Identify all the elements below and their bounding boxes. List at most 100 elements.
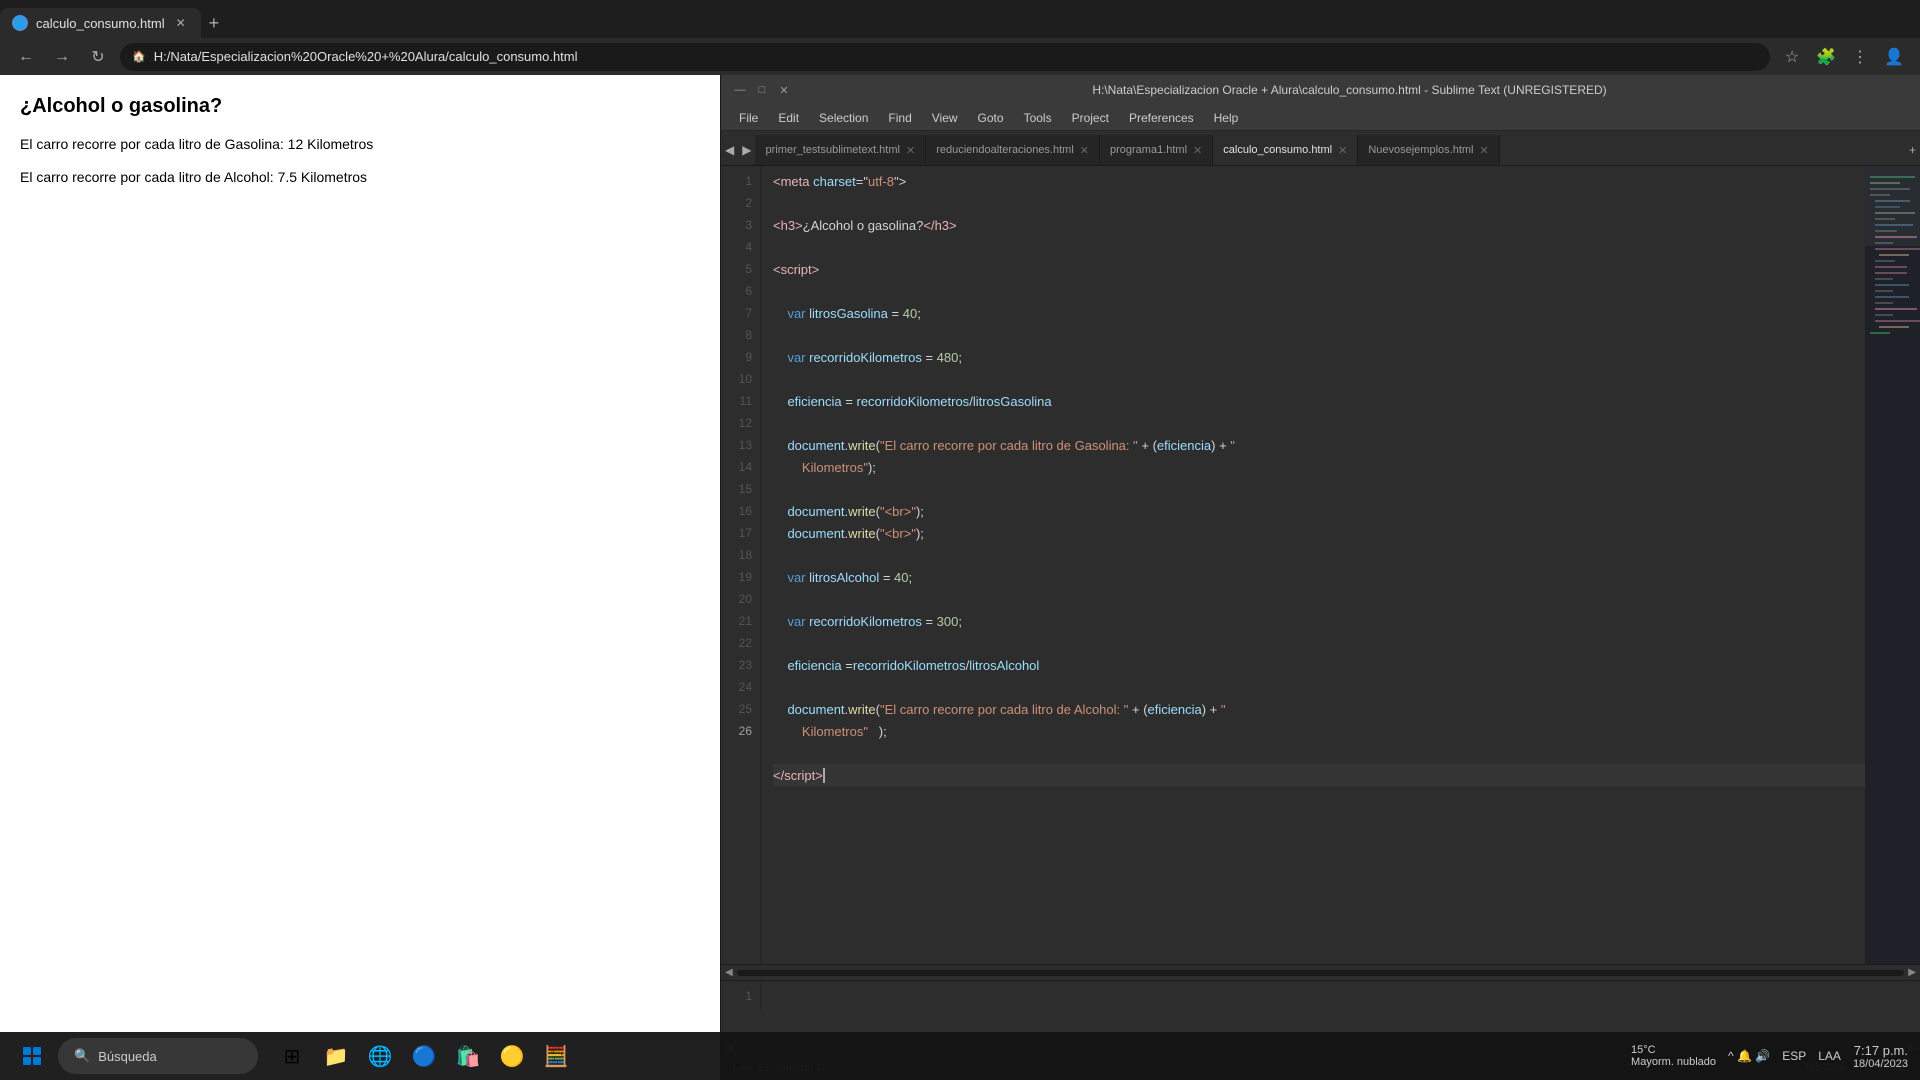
calculator-button[interactable]: 🧮 (536, 1036, 576, 1076)
extensions-icon[interactable]: 🧩 (1812, 43, 1840, 71)
code-line-20 (773, 588, 1865, 610)
new-tab-button[interactable]: + (201, 9, 228, 38)
ln-16: 16 (721, 500, 760, 522)
editor-tab-5[interactable]: Nuevosejemplos.html ✕ (1358, 135, 1499, 165)
ln-2: 2 (721, 192, 760, 214)
alcohol-line: El carro recorre por cada litro de Alcoh… (20, 167, 700, 188)
editor-tab-1[interactable]: primer_testsublimetext.html ✕ (755, 135, 926, 165)
edge-icon: 🌐 (368, 1044, 393, 1069)
menu-tools[interactable]: Tools (1014, 105, 1062, 130)
menu-goto[interactable]: Goto (968, 105, 1014, 130)
chrome-button[interactable]: 🔵 (404, 1036, 444, 1076)
ln-18: 18 (721, 544, 760, 566)
editor-tab-1-close[interactable]: ✕ (906, 144, 915, 157)
start-button[interactable] (12, 1036, 52, 1076)
editor-tab-3-label: programa1.html (1110, 144, 1187, 156)
editor-tab-3[interactable]: programa1.html ✕ (1100, 135, 1213, 165)
tab-close-button[interactable]: ✕ (173, 15, 189, 31)
weather-widget: 15°C Mayorm. nublado (1631, 1044, 1716, 1068)
editor-tab-4[interactable]: calculo_consumo.html ✕ (1213, 135, 1358, 165)
code-line-27 (773, 742, 1865, 764)
code-line-23: eficiencia =recorridoKilometros/litrosAl… (773, 654, 1865, 676)
close-button[interactable]: ✕ (777, 83, 791, 97)
taskbar-search[interactable]: 🔍 Búsqueda (58, 1038, 258, 1074)
code-line-10 (773, 368, 1865, 390)
bookmark-icon[interactable]: ☆ (1778, 43, 1806, 71)
system-tray-icons[interactable]: ^ 🔔 🔊 (1728, 1049, 1770, 1063)
weather-desc: Mayorm. nublado (1631, 1056, 1716, 1068)
minimap-viewport[interactable] (1865, 166, 1920, 246)
maximize-button[interactable]: □ (755, 83, 769, 97)
scroll-right-arrow[interactable]: ▶ (1908, 967, 1916, 978)
code-line-19: var litrosAlcohol = 40; (773, 566, 1865, 588)
code-line-4 (773, 236, 1865, 258)
system-tray: ^ 🔔 🔊 (1728, 1049, 1770, 1063)
ln-24: 24 (721, 676, 760, 698)
tab-title: calculo_consumo.html (36, 16, 165, 31)
forward-button[interactable]: → (48, 43, 76, 71)
code-line-8 (773, 324, 1865, 346)
file-explorer-button[interactable]: 📁 (316, 1036, 356, 1076)
menu-edit[interactable]: Edit (768, 105, 809, 130)
menu-help[interactable]: Help (1204, 105, 1249, 130)
store-button[interactable]: 🛍️ (448, 1036, 488, 1076)
refresh-button[interactable]: ↻ (84, 43, 112, 71)
horizontal-scrollbar[interactable]: ◀ ▶ (721, 964, 1920, 980)
task-view-button[interactable]: ⊞ (272, 1036, 312, 1076)
tab-add-button[interactable]: + (1905, 135, 1920, 165)
menu-file[interactable]: File (729, 105, 768, 130)
browser-navbar: ← → ↻ 🏠 H:/Nata/Especializacion%20Oracle… (0, 38, 1920, 75)
browser-nav-right: ☆ 🧩 ⋮ 👤 (1778, 43, 1908, 71)
page-heading: ¿Alcohol o gasolina? (20, 95, 700, 118)
back-button[interactable]: ← (12, 43, 40, 71)
browser-tab-bar: 🌐 calculo_consumo.html ✕ + (0, 0, 1920, 38)
address-bar[interactable]: 🏠 H:/Nata/Especializacion%20Oracle%20+%2… (120, 43, 1770, 71)
browser-content: ¿Alcohol o gasolina? El carro recorre po… (0, 75, 720, 1080)
menu-selection[interactable]: Selection (809, 105, 878, 130)
editor-tab-3-close[interactable]: ✕ (1193, 144, 1202, 157)
menu-project[interactable]: Project (1062, 105, 1119, 130)
tab-scroll-left[interactable]: ◀ (721, 135, 738, 165)
code-line-25: document.write("El carro recorre por cad… (773, 698, 1865, 720)
win-logo-sq-3 (23, 1057, 31, 1065)
ln-12: 12 (721, 412, 760, 434)
search-placeholder: Búsqueda (98, 1049, 157, 1064)
menu-preferences[interactable]: Preferences (1119, 105, 1204, 130)
console-content[interactable] (761, 981, 1920, 1011)
browser-tab[interactable]: 🌐 calculo_consumo.html ✕ (0, 8, 201, 38)
console-ln-1: 1 (721, 985, 760, 1007)
layout-label: LAA (1818, 1049, 1841, 1063)
code-content[interactable]: <meta charset="utf-8"> <h3>¿Alcohol o ga… (761, 166, 1865, 964)
taskbar-right: 15°C Mayorm. nublado ^ 🔔 🔊 ESP LAA 7:17 … (1631, 1043, 1908, 1070)
clock[interactable]: 7:17 p.m. 18/04/2023 (1853, 1043, 1908, 1070)
code-line-15 (773, 478, 1865, 500)
ln-14: 14 (721, 456, 760, 478)
sublime-menubar: File Edit Selection Find View Goto Tools… (721, 105, 1920, 131)
editor-tab-4-close[interactable]: ✕ (1338, 144, 1347, 157)
menu-view[interactable]: View (922, 105, 968, 130)
window-controls: — □ ✕ (733, 83, 791, 97)
profile-icon[interactable]: 👤 (1880, 43, 1908, 71)
code-line-6 (773, 280, 1865, 302)
scroll-track[interactable] (737, 970, 1905, 976)
taskbar-app-6[interactable]: 🟡 (492, 1036, 532, 1076)
ln-6: 6 (721, 280, 760, 302)
editor-tab-2[interactable]: reduciendoalteraciones.html ✕ (926, 135, 1100, 165)
code-line-26: Kilometros" ); (773, 720, 1865, 742)
tab-scroll-right[interactable]: ▶ (738, 135, 755, 165)
code-line-16: document.write("<br>"); (773, 500, 1865, 522)
ln-10: 10 (721, 368, 760, 390)
browser-menu-icon[interactable]: ⋮ (1846, 43, 1874, 71)
menu-find[interactable]: Find (878, 105, 921, 130)
console-area: 1 (721, 980, 1920, 1040)
scroll-left-arrow[interactable]: ◀ (725, 967, 733, 978)
lang-label: ESP (1782, 1049, 1806, 1063)
ln-7: 7 (721, 302, 760, 324)
edge-button[interactable]: 🌐 (360, 1036, 400, 1076)
code-line-22 (773, 632, 1865, 654)
ln-5: 5 (721, 258, 760, 280)
editor-tab-5-close[interactable]: ✕ (1479, 144, 1488, 157)
editor-tab-4-label: calculo_consumo.html (1223, 144, 1332, 156)
editor-tab-2-close[interactable]: ✕ (1080, 144, 1089, 157)
minimize-button[interactable]: — (733, 83, 747, 97)
